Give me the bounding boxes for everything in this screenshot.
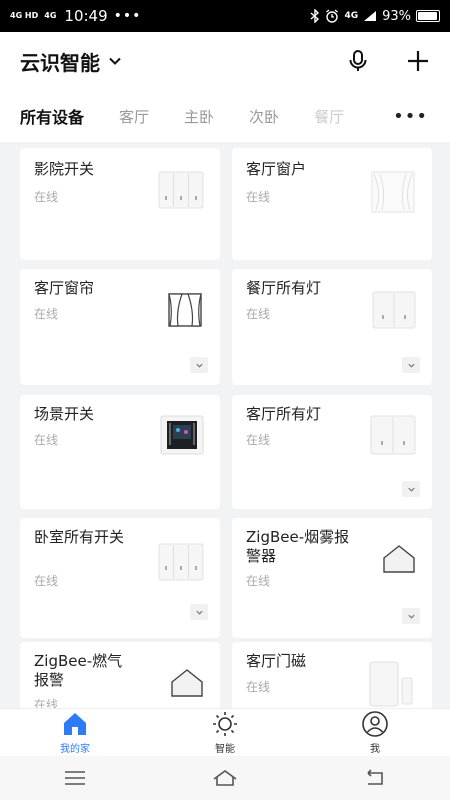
- device-card[interactable]: 客厅窗帘 在线: [20, 269, 220, 385]
- device-card[interactable]: ZigBee-燃气报警 在线: [20, 642, 220, 708]
- nav-smart[interactable]: 智能: [150, 709, 300, 756]
- app-header: 云识智能: [0, 32, 450, 90]
- alarm-icon: [326, 9, 339, 23]
- device-card[interactable]: 客厅门磁 在线: [232, 642, 432, 708]
- bottom-nav: 我的家 智能 我: [0, 708, 450, 756]
- battery-percent: 93%: [382, 8, 411, 24]
- device-card[interactable]: 影院开关 在线: [20, 148, 220, 260]
- alarm-device-icon: [383, 545, 415, 573]
- device-name: 客厅窗户: [246, 160, 307, 178]
- device-status: 在线: [246, 307, 271, 321]
- tab-all-devices[interactable]: 所有设备: [20, 104, 84, 128]
- nav-my-home[interactable]: 我的家: [0, 709, 150, 756]
- status-time: 10:49: [64, 7, 108, 25]
- bluetooth-icon: [310, 9, 320, 23]
- chevron-down-icon: [109, 57, 121, 65]
- expand-button[interactable]: [402, 357, 420, 373]
- device-status: 在线: [246, 190, 271, 204]
- device-name: 客厅窗帘: [34, 279, 95, 297]
- home-icon: [64, 713, 86, 735]
- signal-indicator-2: 4G: [44, 11, 57, 20]
- battery-icon: [416, 10, 440, 22]
- device-name: 餐厅所有灯: [246, 279, 322, 297]
- triple-switch-icon: [158, 543, 204, 581]
- chevron-down-icon: [407, 614, 415, 619]
- home-button-icon[interactable]: [212, 768, 238, 788]
- device-status: 在线: [246, 433, 271, 447]
- device-status: 在线: [34, 574, 59, 588]
- device-status: 在线: [34, 307, 59, 321]
- tab-dining-room[interactable]: 餐厅: [314, 106, 344, 127]
- nav-me[interactable]: 我: [300, 709, 450, 756]
- device-name: 影院开关: [34, 160, 95, 178]
- notification-dots: •••: [113, 8, 142, 24]
- device-name: 卧室所有开关: [34, 528, 125, 546]
- room-tabs: 所有设备 客厅 主卧 次卧 餐厅 •••: [0, 90, 450, 142]
- sun-icon: [213, 712, 237, 736]
- back-icon[interactable]: [362, 768, 388, 788]
- microphone-icon[interactable]: [346, 49, 370, 73]
- device-card[interactable]: 卧室所有开关 在线: [20, 518, 220, 638]
- alarm-device-icon: [171, 669, 203, 697]
- triple-switch-icon: [158, 171, 204, 209]
- double-switch-icon: [370, 415, 416, 455]
- tab-master-bedroom[interactable]: 主卧: [184, 106, 214, 127]
- chevron-down-icon: [407, 487, 415, 492]
- user-icon: [362, 711, 388, 737]
- signal-indicator: 4G HD: [10, 11, 39, 20]
- home-name: 云识智能: [20, 50, 100, 75]
- device-card[interactable]: 餐厅所有灯 在线: [232, 269, 432, 385]
- device-card[interactable]: 客厅窗户 在线: [232, 148, 432, 260]
- expand-button[interactable]: [190, 604, 208, 620]
- more-tabs-button[interactable]: •••: [393, 106, 428, 127]
- nav-label: 智能: [215, 744, 235, 755]
- curtain-icon: [168, 293, 202, 327]
- device-name: 场景开关: [34, 405, 95, 423]
- tab-living-room[interactable]: 客厅: [119, 106, 149, 127]
- status-bar: 4G HD 4G 10:49 ••• 4G 93%: [0, 0, 450, 32]
- device-card[interactable]: ZigBee-烟雾报警器 在线: [232, 518, 432, 638]
- door-sensor-icon: [369, 661, 413, 707]
- device-status: 在线: [246, 574, 271, 588]
- device-name: ZigBee-烟雾报警器: [246, 528, 350, 565]
- device-name: 客厅门磁: [246, 652, 307, 670]
- device-status: 在线: [246, 680, 271, 694]
- device-name: ZigBee-燃气报警: [34, 652, 123, 689]
- menu-icon[interactable]: [62, 768, 88, 788]
- add-icon[interactable]: [406, 49, 430, 73]
- device-grid: 影院开关 在线 客厅窗户 在线 客厅窗帘 在线 餐厅所有灯 在线 场景开关 在线…: [0, 142, 450, 708]
- device-card[interactable]: 客厅所有灯 在线: [232, 395, 432, 509]
- expand-button[interactable]: [190, 357, 208, 373]
- double-switch-icon: [372, 291, 416, 329]
- home-selector[interactable]: 云识智能: [20, 47, 122, 76]
- network-label: 4G: [344, 11, 359, 21]
- device-name: 客厅所有灯: [246, 405, 322, 423]
- chevron-down-icon: [195, 363, 203, 368]
- nav-label: 我: [370, 744, 380, 755]
- signal-bars-icon: [364, 11, 377, 21]
- tab-second-bedroom[interactable]: 次卧: [249, 106, 279, 127]
- system-nav-bar: [0, 756, 450, 800]
- scene-panel-icon: [160, 415, 204, 455]
- device-status: 在线: [34, 698, 59, 708]
- expand-button[interactable]: [402, 481, 420, 497]
- device-status: 在线: [34, 190, 59, 204]
- nav-label: 我的家: [60, 744, 90, 755]
- device-status: 在线: [34, 433, 59, 447]
- expand-button[interactable]: [402, 608, 420, 624]
- window-icon: [371, 171, 415, 213]
- device-card[interactable]: 场景开关 在线: [20, 395, 220, 509]
- chevron-down-icon: [195, 610, 203, 615]
- chevron-down-icon: [407, 363, 415, 368]
